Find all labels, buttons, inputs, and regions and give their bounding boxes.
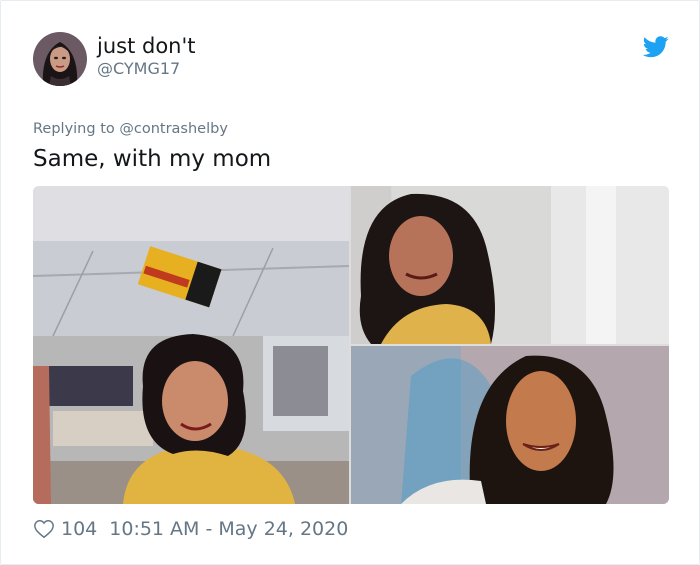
tweet-text: Same, with my mom [33,146,272,172]
user-handle[interactable]: @CYMG17 [97,60,180,78]
tweet-card: just don't @CYMG17 Replying to @contrash… [0,0,700,565]
replying-to[interactable]: Replying to @contrashelby [33,121,228,138]
photo-daughter-portrait[interactable] [351,346,669,504]
timestamp[interactable]: 10:51 AM - May 24, 2020 [109,518,348,540]
media-grid[interactable] [33,186,669,504]
like-count[interactable]: 104 [61,518,97,540]
twitter-bird-icon[interactable] [642,36,669,58]
display-name[interactable]: just don't [97,34,196,58]
photo-mom-portrait[interactable] [351,186,669,344]
avatar[interactable] [33,32,87,86]
heart-outline-icon[interactable] [33,518,55,540]
tweet-footer: 104 10:51 AM - May 24, 2020 [33,515,348,543]
photo-mom-in-store[interactable] [33,186,349,504]
